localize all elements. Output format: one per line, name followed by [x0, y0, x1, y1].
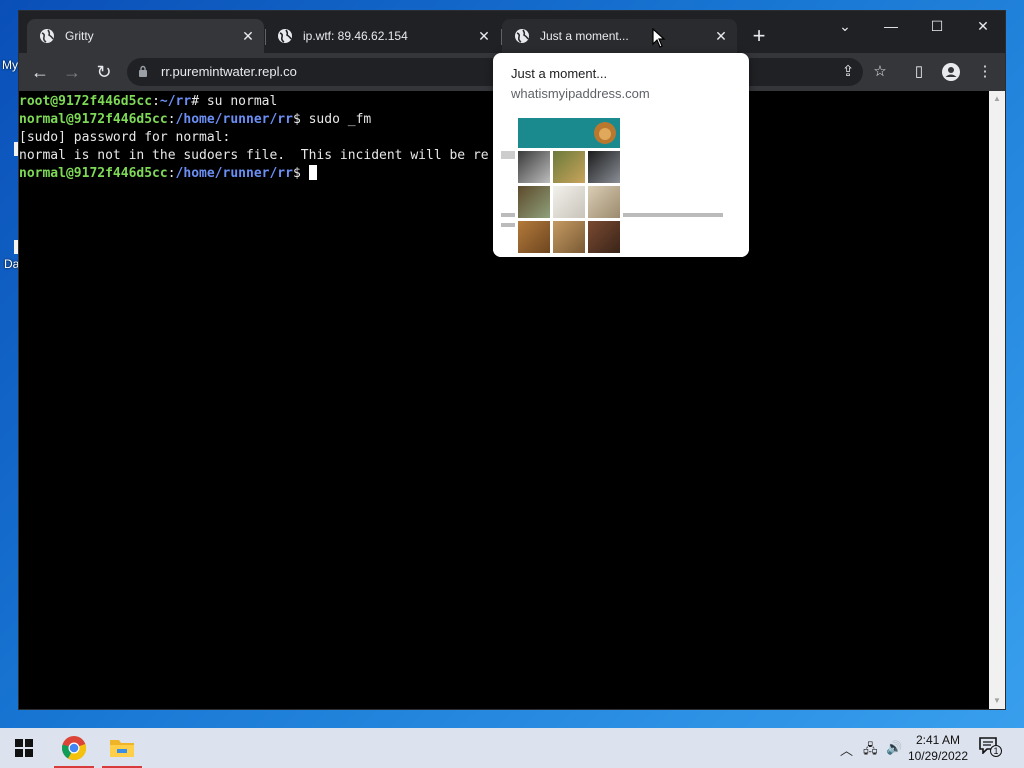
page-scrollbar[interactable]: ▲ ▼: [989, 91, 1005, 709]
prompt-path: /home/runner/rr: [175, 166, 293, 181]
tab-title: ip.wtf: 89.46.62.154: [303, 29, 408, 43]
side-panel-icon[interactable]: ▯: [909, 62, 929, 82]
notification-badge: 1: [990, 745, 1002, 757]
terminal-cursor: [308, 165, 317, 180]
hover-card-domain: whatismyipaddress.com: [511, 86, 650, 101]
prompt-sep: :: [167, 112, 176, 127]
tab-search-button[interactable]: ⌄: [822, 11, 868, 41]
globe-icon: [278, 29, 292, 43]
close-tab-icon[interactable]: ✕: [476, 28, 492, 44]
tab-preview-thumbnail: [493, 111, 749, 257]
globe-icon: [40, 29, 54, 43]
volume-icon[interactable]: 🔊: [886, 740, 902, 756]
chrome-icon: [62, 736, 87, 761]
preview-ghost-text: [623, 213, 723, 217]
share-icon[interactable]: ⇪: [838, 62, 858, 82]
action-center-button[interactable]: 1: [978, 736, 1004, 760]
prompt-path: /home/runner/rr: [175, 112, 293, 127]
captcha-tile: [588, 221, 620, 253]
scroll-up-arrow-icon[interactable]: ▲: [992, 94, 1002, 104]
show-hidden-icons-chevron-icon[interactable]: ︿: [840, 740, 853, 759]
command-text: sudo _fm: [308, 112, 372, 127]
captcha-tile: [553, 186, 585, 218]
back-button[interactable]: ←: [27, 59, 53, 85]
profile-avatar-icon[interactable]: [941, 62, 961, 82]
prompt-symbol: $: [292, 166, 309, 181]
prompt-symbol: $: [292, 112, 309, 127]
preview-ghost-text: [501, 151, 515, 159]
preview-ghost-text: [501, 223, 515, 227]
captcha-header: [518, 118, 620, 148]
captcha-tile: [553, 221, 585, 253]
taskbar-file-explorer[interactable]: [98, 728, 146, 768]
captcha-tile: [588, 186, 620, 218]
new-tab-button[interactable]: +: [747, 25, 771, 49]
preview-ghost-text: [501, 213, 515, 217]
start-button[interactable]: [0, 728, 48, 768]
mouse-pointer-icon: [652, 28, 666, 48]
captcha-tile: [518, 186, 550, 218]
system-clock[interactable]: 2:41 AM 10/29/2022: [908, 732, 968, 764]
windows-logo-icon: [15, 739, 33, 757]
captcha-tile: [518, 151, 550, 183]
maximize-button[interactable]: ☐: [914, 11, 960, 41]
captcha-tile: [518, 221, 550, 253]
tab-just-a-moment[interactable]: Just a moment... ✕: [502, 19, 737, 53]
tab-hover-card: Just a moment... whatismyipaddress.com: [493, 53, 749, 257]
tab-strip: Gritty ✕ ip.wtf: 89.46.62.154 ✕ Just a m…: [19, 11, 1005, 53]
prompt-sep: :: [152, 94, 160, 109]
forward-button[interactable]: →: [59, 59, 85, 85]
close-tab-icon[interactable]: ✕: [713, 28, 729, 44]
command-text: su normal: [206, 94, 278, 109]
prompt-symbol: #: [191, 94, 207, 109]
lock-icon[interactable]: [138, 65, 148, 78]
prompt-user: normal@9172f446d5cc: [19, 166, 168, 181]
clock-date: 10/29/2022: [907, 749, 968, 763]
hover-card-title: Just a moment...: [511, 66, 608, 81]
url-text[interactable]: rr.puremintwater.repl.co: [161, 64, 297, 79]
bookmark-star-icon[interactable]: ☆: [870, 62, 890, 82]
prompt-user: normal@9172f446d5cc: [19, 112, 168, 127]
tab-gritty[interactable]: Gritty ✕: [27, 19, 264, 53]
reload-button[interactable]: ↻: [91, 59, 117, 85]
prompt-user: root@9172f446d5cc: [19, 94, 153, 109]
captcha-tile: [553, 151, 585, 183]
prompt-sep: :: [167, 166, 176, 181]
network-icon[interactable]: 🖧: [863, 740, 878, 762]
globe-icon: [515, 29, 529, 43]
tab-title: Gritty: [65, 29, 94, 43]
taskbar: ︿ 🖧 🔊 2:41 AM 10/29/2022 1: [0, 728, 1024, 768]
minimize-button[interactable]: —: [868, 11, 914, 41]
close-tab-icon[interactable]: ✕: [240, 28, 256, 44]
scroll-down-arrow-icon[interactable]: ▼: [992, 696, 1002, 706]
tab-title: Just a moment...: [540, 29, 629, 43]
file-explorer-icon: [110, 740, 134, 757]
close-window-button[interactable]: ✕: [960, 11, 1006, 41]
lion-image-icon: [594, 122, 616, 144]
captcha-tile: [588, 151, 620, 183]
tab-ip-wtf[interactable]: ip.wtf: 89.46.62.154 ✕: [265, 19, 500, 53]
menu-icon[interactable]: ⋮: [975, 62, 995, 82]
taskbar-chrome[interactable]: [50, 728, 98, 768]
desktop-icon-label[interactable]: My: [2, 58, 18, 72]
clock-time: 2:41 AM: [915, 733, 960, 747]
prompt-path: ~/rr: [159, 94, 192, 109]
